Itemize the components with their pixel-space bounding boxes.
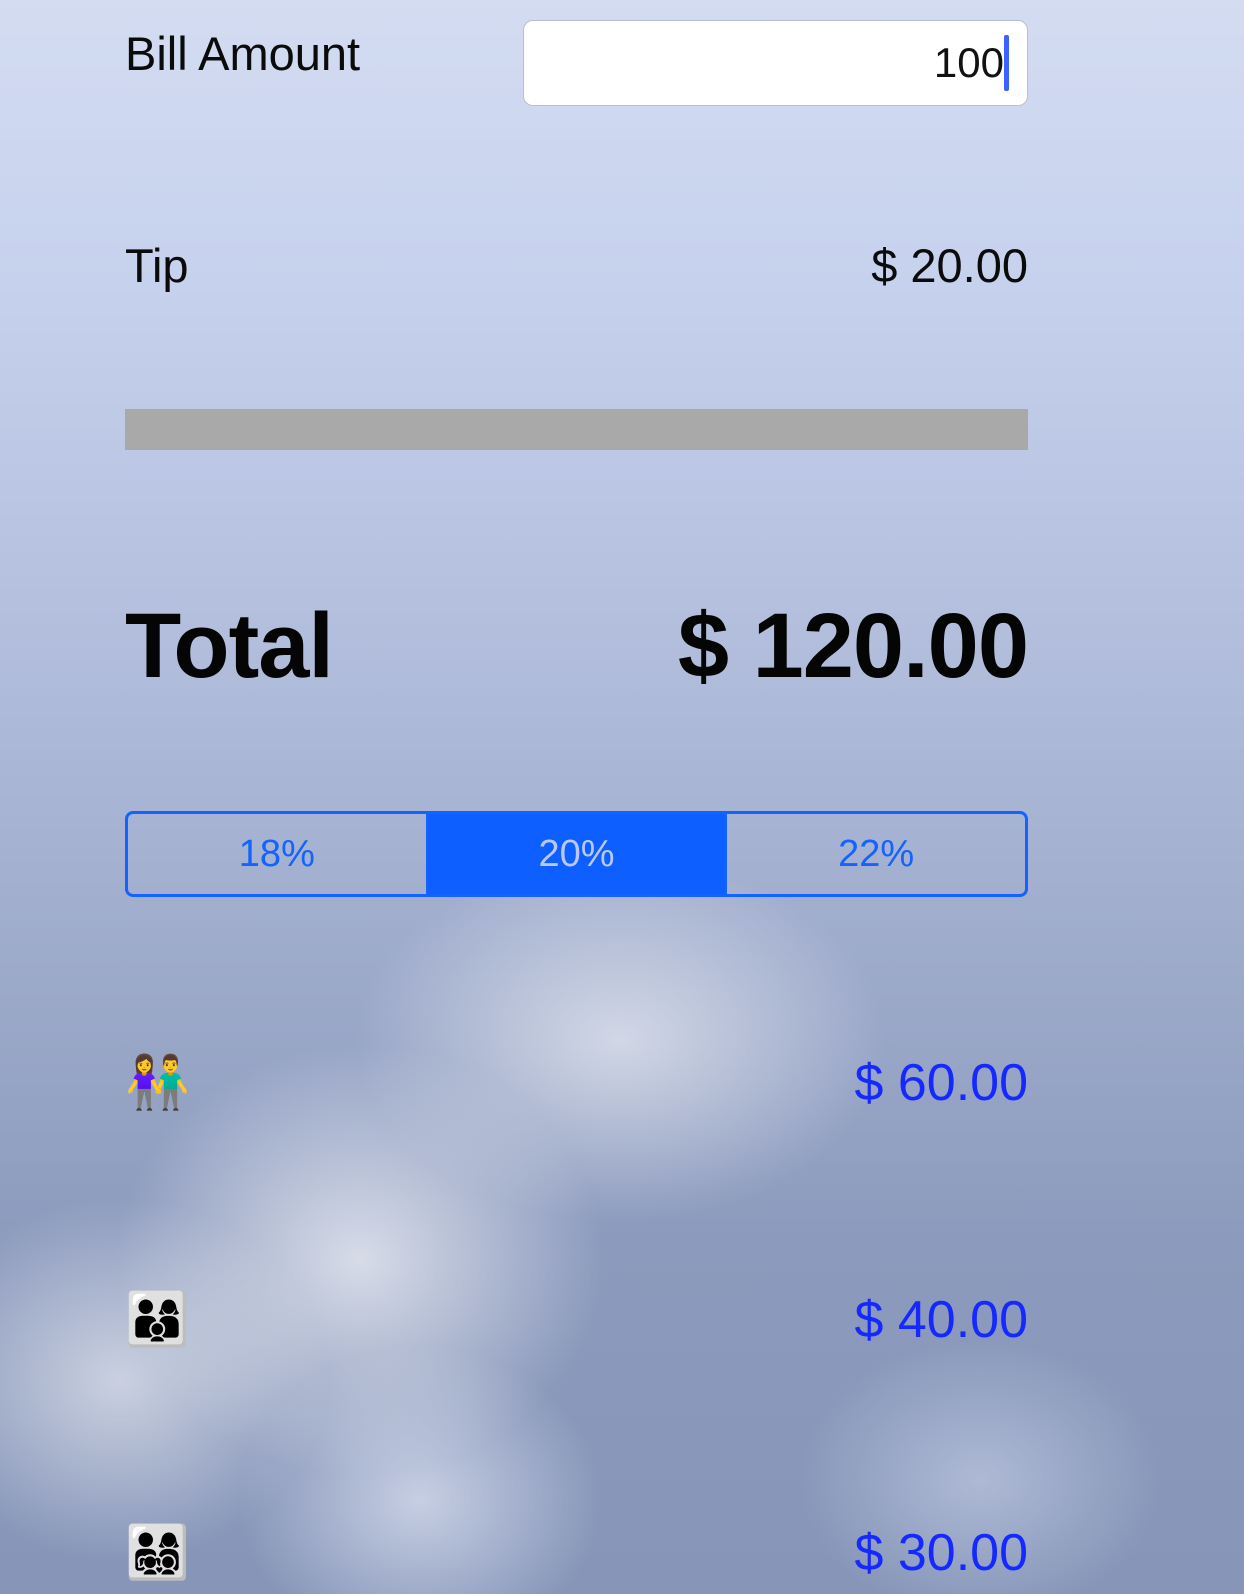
family-four-icon: 👨‍👩‍👧‍👦 (125, 1523, 190, 1583)
total-row: Total $ 120.00 (125, 595, 1029, 697)
couple-icon: 👫 (125, 1053, 190, 1113)
split-row-two-people: 👫 $ 60.00 (125, 1043, 1028, 1123)
tip-row: Tip $ 20.00 (125, 230, 1028, 300)
total-value: $ 120.00 (677, 594, 1029, 697)
tip-option-22[interactable]: 22% (725, 814, 1025, 894)
split-value-four-people: $ 30.00 (854, 1524, 1029, 1582)
tip-percentage-control: 18% 20% 22% (125, 811, 1028, 897)
text-cursor (1004, 35, 1009, 91)
total-label: Total (125, 594, 334, 697)
tip-calculator-screen: Bill Amount 100 Tip $ 20.00 Total $ 120.… (0, 0, 1244, 1594)
tip-option-18[interactable]: 18% (128, 814, 426, 894)
split-value-two-people: $ 60.00 (854, 1054, 1029, 1112)
split-row-three-people: 👨‍👩‍👦 $ 40.00 (125, 1280, 1028, 1360)
bill-amount-label: Bill Amount (125, 27, 361, 80)
divider-bar (125, 409, 1028, 450)
split-value-three-people: $ 40.00 (854, 1291, 1029, 1349)
bill-amount-value: 100 (933, 39, 1004, 86)
bill-amount-input[interactable]: 100 (523, 20, 1028, 106)
bill-amount-row: Bill Amount 100 (125, 20, 1028, 106)
tip-option-20[interactable]: 20% (425, 814, 726, 894)
tip-label: Tip (125, 238, 189, 292)
split-row-four-people: 👨‍👩‍👧‍👦 $ 30.00 (125, 1513, 1028, 1593)
tip-value: $ 20.00 (871, 238, 1028, 292)
family-three-icon: 👨‍👩‍👦 (125, 1290, 190, 1350)
